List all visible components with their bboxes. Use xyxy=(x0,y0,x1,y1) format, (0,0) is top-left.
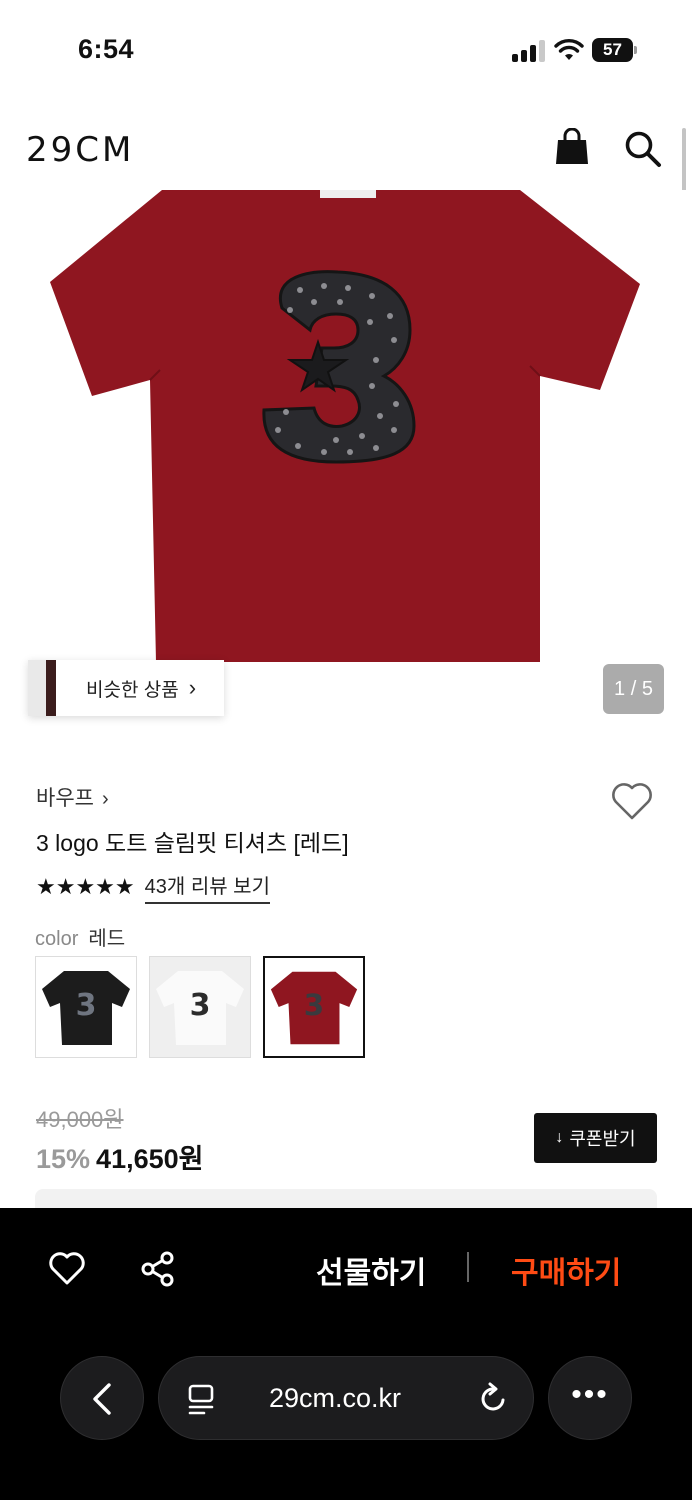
reader-mode-icon[interactable] xyxy=(187,1383,217,1415)
sale-price: 41,650원 xyxy=(96,1144,204,1174)
color-option-row: color 레드 xyxy=(35,922,125,951)
gift-button[interactable]: 선물하기 xyxy=(316,1248,426,1292)
product-title: 3 logo 도트 슬림핏 티셔츠 [레드] xyxy=(36,830,349,856)
share-icon[interactable] xyxy=(140,1250,176,1288)
discount-rate: 15% xyxy=(36,1144,91,1174)
chevron-left-icon xyxy=(93,1383,111,1415)
battery-level: 57 xyxy=(592,38,633,62)
battery-icon: 57 xyxy=(592,38,638,62)
coupon-download-button[interactable]: ↓ 쿠폰받기 xyxy=(534,1113,657,1163)
coupon-label: 쿠폰받기 xyxy=(569,1129,636,1149)
reload-icon[interactable] xyxy=(477,1381,509,1415)
more-options-button[interactable]: ••• xyxy=(548,1356,632,1440)
swatch-digit: 3 xyxy=(304,988,324,1022)
product-image-gallery[interactable]: 비슷한 상품 › 1 / 5 xyxy=(0,190,692,730)
bottom-action-bar: 선물하기 구매하기 29cm.co.kr ••• xyxy=(0,1208,692,1500)
swatch-white[interactable]: 3 xyxy=(149,956,251,1058)
star-rating: ★★★★★ xyxy=(36,874,135,899)
swatch-red[interactable]: 3 xyxy=(263,956,365,1058)
swatch-digit: 3 xyxy=(76,988,97,1023)
reviews-link[interactable]: 43개 리뷰 보기 xyxy=(144,870,270,904)
status-bar: 6:54 57 xyxy=(0,0,692,100)
address-bar[interactable]: 29cm.co.kr xyxy=(158,1356,534,1440)
wifi-icon xyxy=(554,39,584,60)
buy-button[interactable]: 구매하기 xyxy=(511,1248,621,1292)
cellular-signal-icon xyxy=(512,40,546,62)
shopping-bag-icon[interactable] xyxy=(554,128,590,166)
brand-link[interactable]: 바우프 › xyxy=(36,782,109,812)
status-time: 6:54 xyxy=(78,34,135,64)
browser-back-button[interactable] xyxy=(60,1356,144,1440)
product-image xyxy=(50,190,640,662)
swatch-digit: 3 xyxy=(190,988,211,1023)
color-swatches: 3 3 3 xyxy=(35,956,365,1058)
url-text: 29cm.co.kr xyxy=(269,1383,402,1413)
brand-name: 바우프 xyxy=(36,787,94,810)
color-value: 레드 xyxy=(88,928,126,950)
color-label: color xyxy=(35,928,79,950)
price-row: 15% 41,650원 xyxy=(36,1137,203,1176)
heart-icon[interactable] xyxy=(610,780,654,822)
image-counter: 1 / 5 xyxy=(603,664,664,714)
chevron-right-icon: › xyxy=(188,675,197,700)
similar-product-thumbnail xyxy=(28,660,68,716)
rating-row: ★★★★★ 43개 리뷰 보기 xyxy=(36,870,270,904)
swatch-black[interactable]: 3 xyxy=(35,956,137,1058)
site-header: 29CM xyxy=(0,110,692,190)
search-icon[interactable] xyxy=(624,130,662,168)
action-divider xyxy=(467,1252,469,1282)
heart-icon[interactable] xyxy=(48,1250,86,1286)
similar-products-label: 비슷한 상품 xyxy=(86,679,179,701)
download-icon: ↓ xyxy=(555,1129,564,1146)
original-price: 49,000원 xyxy=(36,1107,124,1132)
similar-products-button[interactable]: 비슷한 상품 › xyxy=(28,660,224,716)
site-logo[interactable]: 29CM xyxy=(26,130,134,170)
chevron-right-icon: › xyxy=(101,788,109,810)
